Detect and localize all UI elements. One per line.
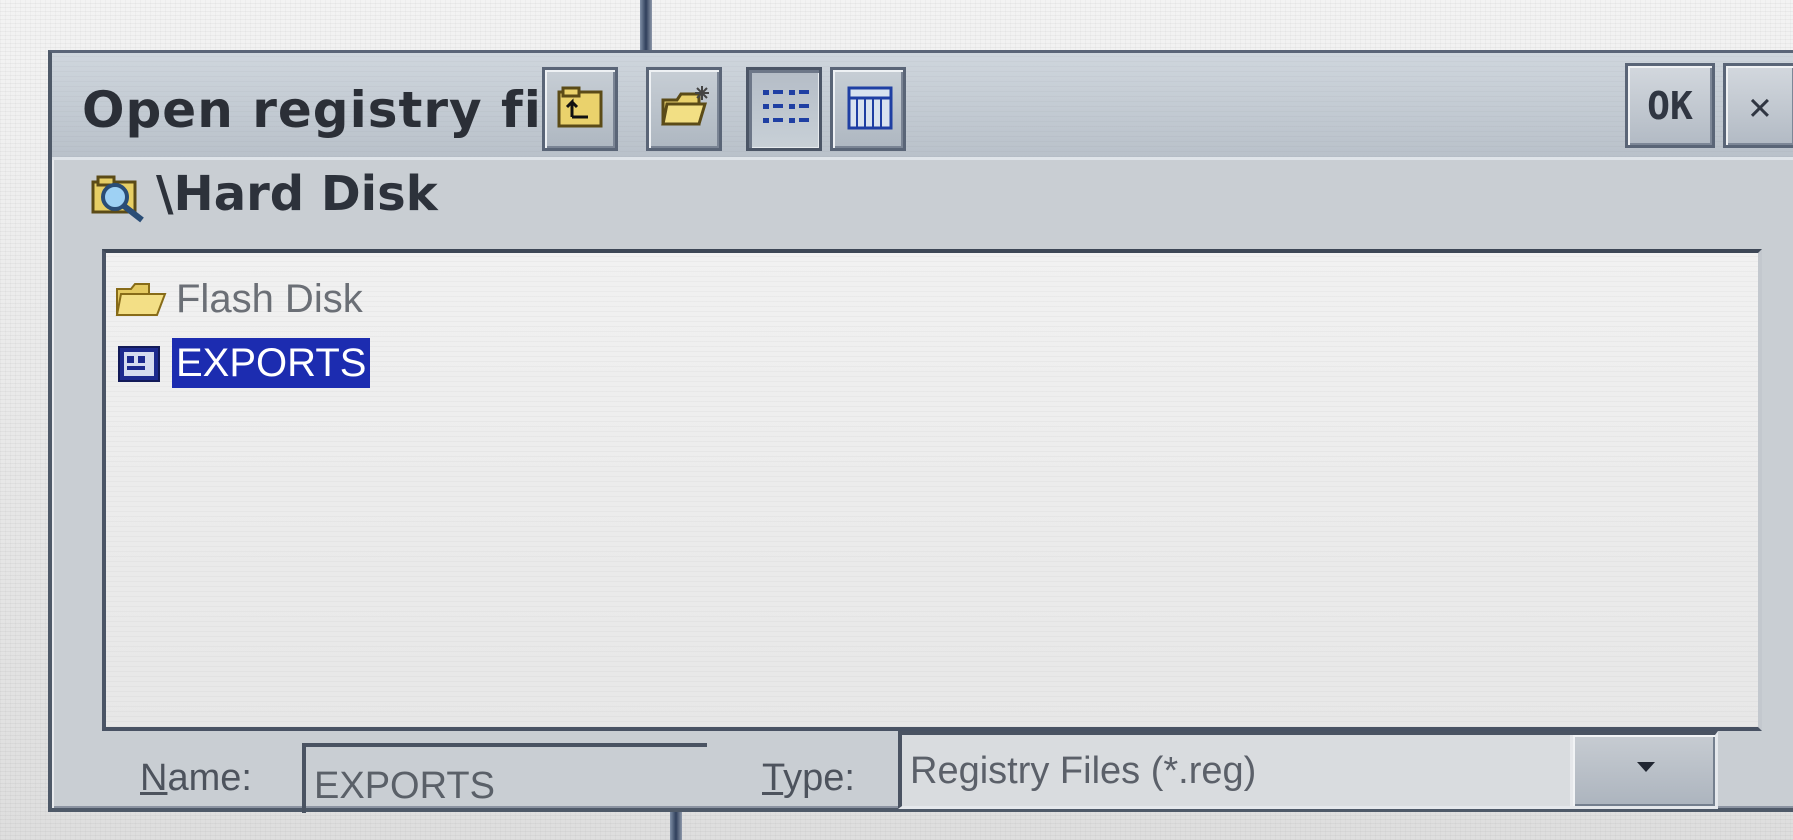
- dialog-title: Open registry file: [82, 81, 595, 139]
- folder-icon: [115, 283, 167, 316]
- file-name-input[interactable]: [302, 743, 707, 813]
- path-bar: \Hard Disk: [52, 158, 1793, 233]
- file-type-dropdown-button[interactable]: [1570, 735, 1715, 806]
- name-label-text: ame:: [167, 757, 252, 799]
- file-type-select[interactable]: Registry Files (*.reg): [898, 731, 1718, 809]
- file-type-value: Registry Files (*.reg): [910, 750, 1257, 792]
- new-folder-icon: [661, 86, 709, 126]
- list-item-flash-disk[interactable]: Flash Disk: [114, 273, 367, 325]
- name-label: Name:: [140, 757, 252, 800]
- list-item-label: EXPORTS: [172, 338, 371, 388]
- list-view-icon: [763, 90, 809, 123]
- details-view-icon: [847, 86, 893, 130]
- list-item-label: Flash Disk: [176, 277, 363, 321]
- chevron-down-icon: [1637, 762, 1655, 772]
- type-label: Type:: [762, 757, 855, 800]
- folder-up-icon: [557, 86, 603, 128]
- file-list[interactable]: Flash Disk EXPORTS: [102, 249, 1762, 731]
- open-registry-file-dialog: Open registry file OK ✕ \Hard Disk Flash…: [48, 50, 1793, 813]
- close-button[interactable]: ✕: [1723, 63, 1793, 148]
- registry-file-icon: [118, 346, 160, 382]
- dialog-footer: Name: Type: Registry Files (*.reg): [52, 731, 1793, 813]
- type-label-accelerator: T: [762, 757, 784, 799]
- list-view-button[interactable]: [746, 67, 822, 151]
- details-view-button[interactable]: [830, 67, 906, 151]
- background-divider-top: [640, 0, 652, 52]
- ok-button[interactable]: OK: [1625, 63, 1715, 148]
- new-folder-button[interactable]: [646, 67, 722, 151]
- search-folder-icon: [91, 175, 144, 223]
- type-label-text: ype:: [783, 757, 855, 799]
- current-path: \Hard Disk: [156, 166, 438, 222]
- screen-background: Open registry file OK ✕ \Hard Disk Flash…: [0, 0, 1793, 840]
- list-item-exports[interactable]: EXPORTS: [114, 337, 371, 389]
- up-one-level-button[interactable]: [542, 67, 618, 151]
- dialog-titlebar: Open registry file OK ✕: [52, 53, 1793, 160]
- name-label-accelerator: N: [140, 757, 168, 799]
